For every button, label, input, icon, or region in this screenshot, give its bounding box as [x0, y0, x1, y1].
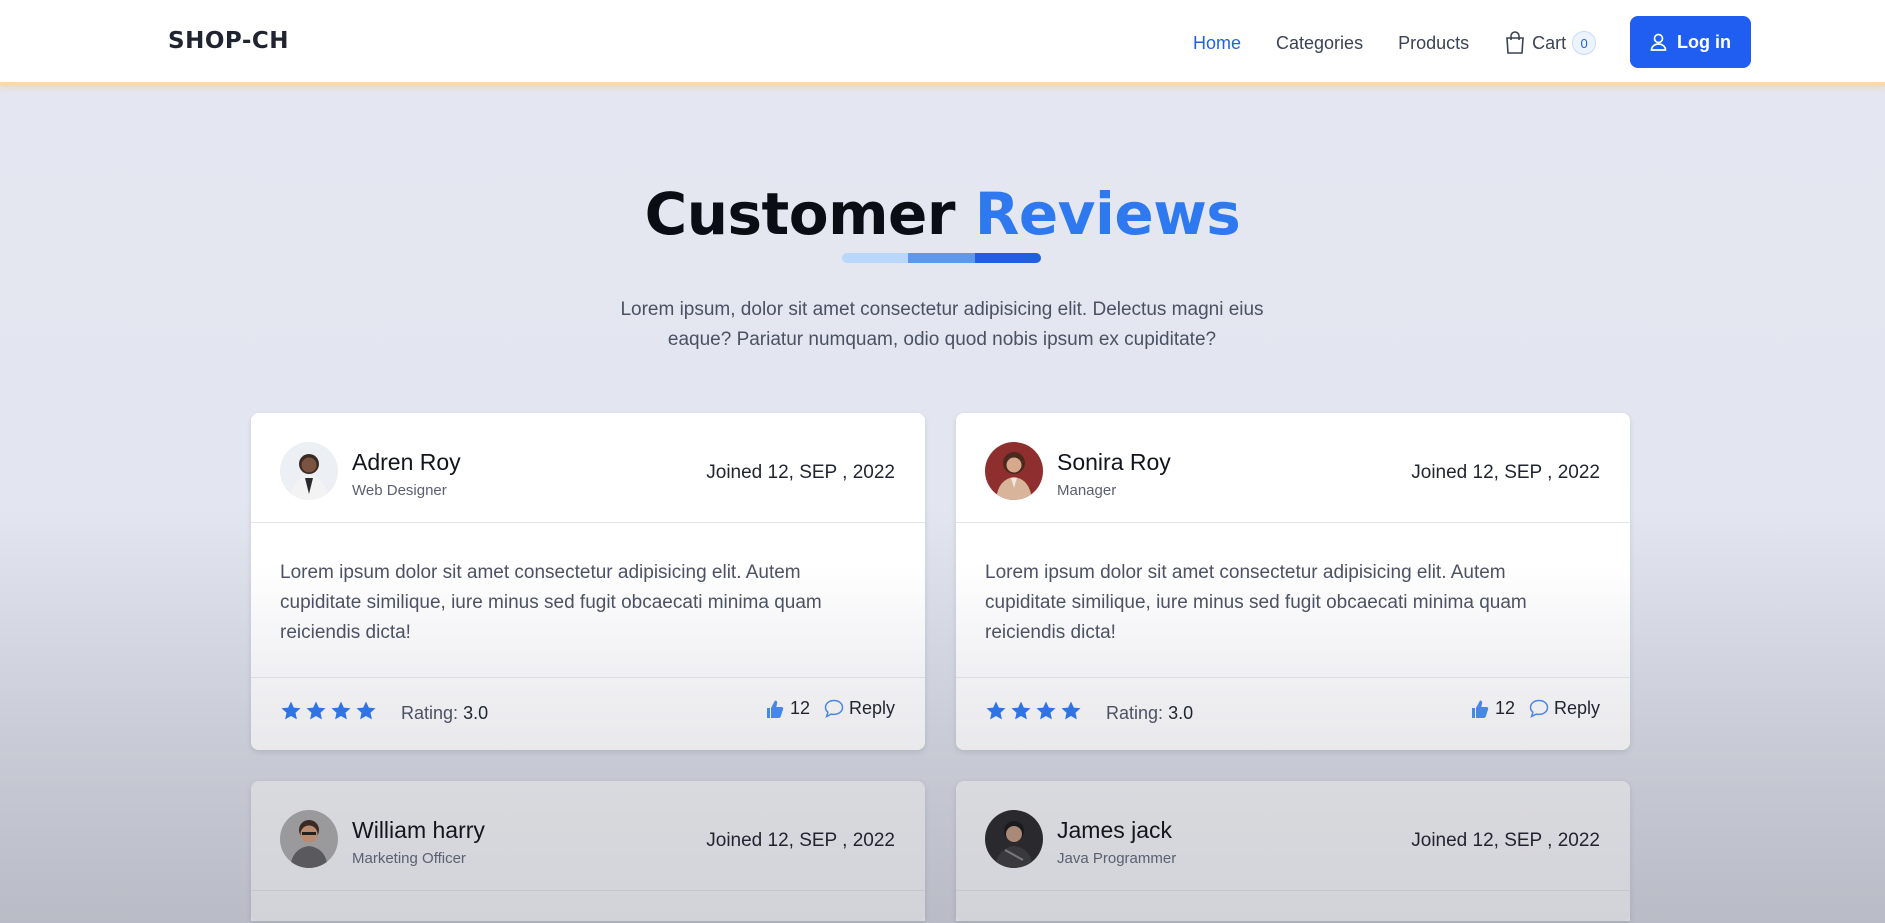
reply-label: Reply: [848, 698, 895, 718]
reviewer-name: James jack: [1057, 817, 1173, 843]
reply-label: Reply: [1553, 698, 1600, 718]
review-actions: 12 Reply: [1471, 698, 1600, 719]
star-icon: [1036, 701, 1056, 720]
chat-bubble-icon: [824, 699, 844, 718]
underline-segment-mid: [908, 253, 975, 263]
shopping-bag-icon: [1506, 31, 1524, 54]
joined-date: Joined 12, SEP , 2022: [706, 830, 895, 851]
like-button[interactable]: 12: [1471, 698, 1515, 719]
avatar[interactable]: [280, 810, 338, 868]
star-icon: [1011, 701, 1031, 720]
rating-label: Rating:: [401, 703, 459, 723]
nav-links: Home Categories Products Cart 0: [1193, 0, 1631, 86]
reviewer-name: Adren Roy: [352, 449, 461, 475]
review-text: Lorem ipsum dolor sit amet consectetur a…: [280, 562, 822, 643]
page-subtitle: Lorem ipsum, dolor sit amet consectetur …: [620, 299, 1264, 350]
cart-label: Cart: [1532, 32, 1567, 53]
rating-label: Rating:: [1106, 703, 1164, 723]
star-rating: [280, 700, 380, 722]
joined-date: Joined 12, SEP , 2022: [1411, 462, 1600, 483]
joined-date: Joined 12, SEP , 2022: [1411, 830, 1600, 851]
rating-value: 3.0: [1168, 703, 1194, 723]
star-icon: [356, 701, 376, 720]
review-card: James jack Java Programmer Joined 12, SE…: [956, 781, 1630, 921]
cart-count-badge: 0: [1572, 31, 1597, 55]
review-card-header: James jack Java Programmer Joined 12, SE…: [956, 781, 1630, 891]
review-card-header: Adren Roy Web Designer Joined 12, SEP , …: [251, 413, 925, 523]
star-rating: [985, 700, 1085, 722]
rating-value: 3.0: [463, 703, 489, 723]
brand-logo[interactable]: SHOP-CH: [168, 28, 289, 54]
login-button[interactable]: Log in: [1630, 16, 1751, 68]
reviewer-role: Manager: [1057, 482, 1117, 499]
cart-link[interactable]: Cart 0: [1504, 31, 1597, 55]
underline-segment-dark: [974, 253, 1041, 263]
nav-link-products[interactable]: Products: [1398, 33, 1469, 54]
review-card: Sonira Roy Manager Joined 12, SEP , 2022…: [956, 413, 1630, 750]
review-card-footer: Rating: 3.0 12 Reply: [956, 677, 1630, 750]
reply-button[interactable]: Reply: [1529, 698, 1600, 719]
navbar: SHOP-CH Home Categories Products Cart 0 …: [0, 0, 1885, 86]
reply-button[interactable]: Reply: [824, 698, 895, 719]
reviewer-role: Java Programmer: [1057, 850, 1177, 867]
like-button[interactable]: 12: [766, 698, 810, 719]
nav-link-categories[interactable]: Categories: [1276, 33, 1363, 54]
title-main: Customer: [644, 180, 956, 248]
person-avatar-icon: [985, 810, 1043, 868]
thumbs-up-icon: [766, 700, 784, 718]
title-underline: [842, 253, 1041, 263]
thumbs-up-icon: [1471, 700, 1489, 718]
page-title: Customer Reviews: [0, 180, 1885, 248]
star-icon: [306, 701, 326, 720]
rating-text: Rating: 3.0: [1106, 703, 1193, 724]
reviewer-role: Web Designer: [352, 482, 447, 499]
review-card-header: William harry Marketing Officer Joined 1…: [251, 781, 925, 891]
title-accent: Reviews: [974, 180, 1241, 248]
star-icon: [281, 701, 301, 720]
avatar[interactable]: [985, 442, 1043, 500]
star-icon: [331, 701, 351, 720]
rating-text: Rating: 3.0: [401, 703, 488, 724]
like-count: 12: [1494, 698, 1515, 718]
login-label: Log in: [1677, 31, 1731, 52]
review-card: William harry Marketing Officer Joined 1…: [251, 781, 925, 921]
underline-segment-light: [842, 253, 909, 263]
reviewer-role: Marketing Officer: [352, 850, 466, 867]
avatar[interactable]: [280, 442, 338, 500]
review-text: Lorem ipsum dolor sit amet consectetur a…: [985, 562, 1527, 643]
reviewer-name: Sonira Roy: [1057, 449, 1171, 475]
user-icon: [1650, 33, 1667, 51]
person-avatar-icon: [280, 442, 338, 500]
chat-bubble-icon: [1529, 699, 1549, 718]
joined-date: Joined 12, SEP , 2022: [706, 462, 895, 483]
star-icon: [986, 701, 1006, 720]
person-avatar-icon: [280, 810, 338, 868]
avatar[interactable]: [985, 810, 1043, 868]
review-actions: 12 Reply: [766, 698, 895, 719]
nav-link-home[interactable]: Home: [1193, 33, 1241, 54]
reviewer-name: William harry: [352, 817, 485, 843]
review-card-footer: Rating: 3.0 12 Reply: [251, 677, 925, 750]
review-card-header: Sonira Roy Manager Joined 12, SEP , 2022: [956, 413, 1630, 523]
star-icon: [1061, 701, 1081, 720]
person-avatar-icon: [985, 442, 1043, 500]
review-card: Adren Roy Web Designer Joined 12, SEP , …: [251, 413, 925, 750]
like-count: 12: [789, 698, 810, 718]
